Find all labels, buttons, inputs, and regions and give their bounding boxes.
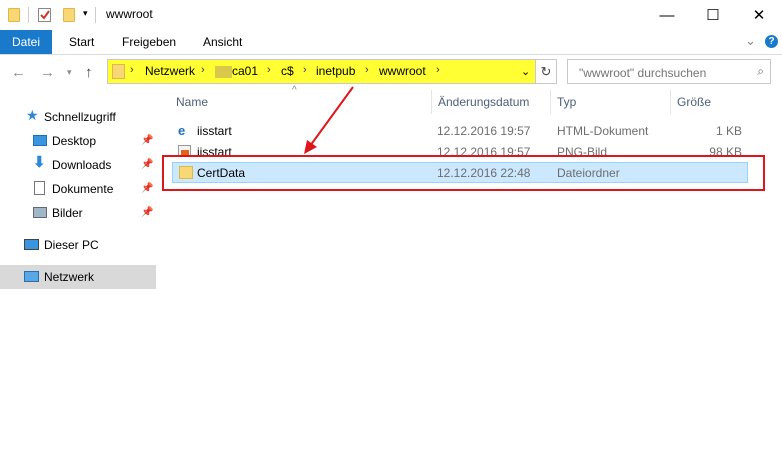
minimize-button[interactable]: — [644,0,690,30]
chevron-right-icon[interactable]: › [130,64,134,76]
column-header-size[interactable]: Größe [677,95,711,109]
sidebar-item-label: Dokumente [52,182,114,196]
file-name: iisstart [197,124,232,138]
pin-icon[interactable]: 📌 [141,201,153,225]
file-row[interactable]: e iisstart 12.12.2016 19:57 HTML-Dokumen… [172,120,748,141]
column-divider[interactable] [431,90,432,114]
sidebar-item-label: Downloads [52,158,112,172]
breadcrumb-server[interactable]: ca01 [232,64,258,78]
html-file-icon: e [178,123,186,138]
chevron-down-icon[interactable]: ⌄ [745,33,756,49]
pin-icon[interactable]: 📌 [141,177,153,201]
navigation-pane: ★ Schnellzugriff Desktop 📌 ⬇ Downloads 📌… [0,88,156,476]
ribbon-tabs: Datei Start Freigeben Ansicht ⌄ ? [0,30,782,55]
file-date: 12.12.2016 19:57 [437,124,531,138]
tab-start[interactable]: Start [57,30,106,54]
recent-locations-icon[interactable]: ▾ [67,67,72,78]
sidebar-item-schnellzugriff[interactable]: ★ Schnellzugriff [0,105,156,129]
column-divider[interactable] [550,90,551,114]
sidebar-item-netzwerk[interactable]: Netzwerk [0,265,156,289]
chevron-right-icon[interactable]: › [436,64,440,76]
maximize-button[interactable]: ☐ [690,0,736,30]
chevron-right-icon[interactable]: › [267,64,271,76]
breadcrumb-inetpub[interactable]: inetpub [316,64,355,78]
sidebar-item-bilder[interactable]: Bilder 📌 [0,201,156,225]
sidebar-item-dieser-pc[interactable]: Dieser PC [0,233,156,257]
customize-toolbar-icon[interactable]: ▾ [83,8,88,19]
file-type: HTML-Dokument [557,124,649,138]
back-arrow-icon[interactable]: ← [11,64,26,81]
sidebar-item-label: Dieser PC [44,238,99,252]
refresh-icon: ↻ [540,63,552,79]
help-icon[interactable]: ? [765,35,778,48]
file-size: 1 KB [715,124,742,138]
folder-icon [8,8,20,22]
search-icon[interactable]: ⌕ [757,64,764,79]
title-bar: ▾ wwwroot — ☐ ✕ [0,0,782,30]
breadcrumb-share[interactable]: c$ [281,64,294,78]
sidebar-item-label: Schnellzugriff [44,110,116,124]
annotation-highlight-box [162,155,765,191]
vertical-scrollbar[interactable] [766,90,782,476]
properties-icon[interactable] [38,8,51,22]
column-divider[interactable] [670,90,671,114]
desktop-icon [33,135,47,146]
sidebar-item-label: Bilder [52,206,83,220]
tab-datei[interactable]: Datei [0,30,53,54]
chevron-right-icon[interactable]: › [303,64,307,76]
star-icon: ★ [26,107,39,123]
search-box[interactable]: ⌕ [567,59,771,84]
column-header-type[interactable]: Typ [557,95,576,109]
computer-icon [24,239,39,250]
column-header-name[interactable]: Name [176,95,208,109]
chevron-right-icon[interactable]: › [365,64,369,76]
location-folder-icon [112,64,125,79]
sidebar-item-dokumente[interactable]: Dokumente 📌 [0,177,156,201]
tab-freigeben[interactable]: Freigeben [110,30,188,54]
forward-arrow-icon[interactable]: → [40,64,55,81]
sidebar-item-downloads[interactable]: ⬇ Downloads 📌 [0,153,156,177]
sidebar-item-desktop[interactable]: Desktop 📌 [0,129,156,153]
download-icon: ⬇ [33,154,46,171]
pin-icon[interactable]: 📌 [141,129,153,153]
refresh-button[interactable]: ↻ [536,59,557,84]
breadcrumb-wwwroot[interactable]: wwwroot [379,64,426,78]
sidebar-item-label: Desktop [52,134,97,148]
chevron-right-icon[interactable]: › [201,64,205,76]
pictures-icon [33,207,47,218]
column-header-date[interactable]: Änderungsdatum [438,95,529,109]
sidebar-item-label: Netzwerk [44,270,95,284]
address-dropdown-icon[interactable]: ⌄ [521,65,530,78]
window-title: wwwroot [106,7,153,21]
search-input[interactable] [577,61,751,84]
up-arrow-icon[interactable]: ↑ [85,64,93,81]
redacted-block [215,66,232,78]
close-button[interactable]: ✕ [736,0,782,30]
network-icon [24,271,39,282]
pin-icon[interactable]: 📌 [141,153,153,177]
annotation-arrow [304,86,354,154]
document-icon [34,181,45,195]
new-folder-icon[interactable] [63,8,75,22]
breadcrumb-netzwerk[interactable]: Netzwerk [145,64,195,78]
tab-ansicht[interactable]: Ansicht [191,30,254,54]
